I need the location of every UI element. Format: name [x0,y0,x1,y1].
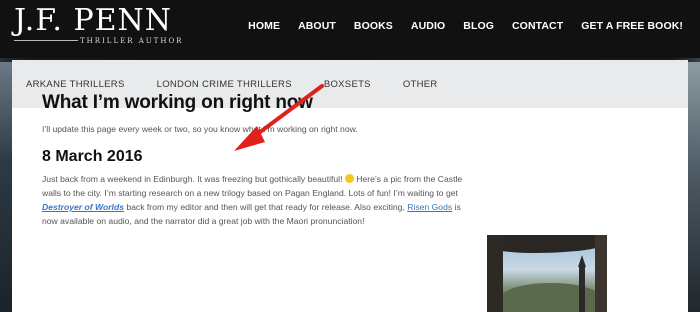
annotation-arrow-icon [234,84,324,151]
